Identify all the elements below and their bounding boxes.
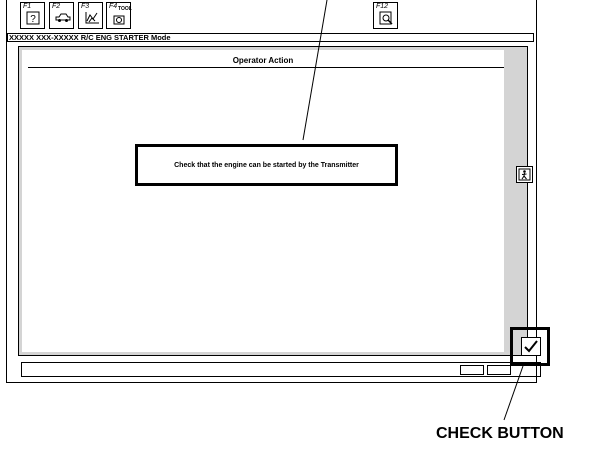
operator-action-panel: Operator Action Check that the engine ca… — [22, 50, 504, 352]
f12-preview-button[interactable]: F12 — [373, 2, 398, 29]
status-box-1 — [460, 365, 484, 375]
exit-button[interactable] — [516, 166, 533, 183]
title-divider — [28, 67, 504, 68]
f3-key-label: F3 — [81, 3, 90, 10]
check-button-callout: CHECK BUTTON — [436, 425, 564, 442]
vehicle-icon — [55, 13, 71, 22]
instruction-box: Check that the engine can be started by … — [135, 144, 398, 186]
svg-text:?: ? — [30, 14, 36, 25]
tool-icon — [113, 15, 125, 25]
f1-help-button[interactable]: F1 ? — [20, 2, 45, 29]
check-button[interactable] — [521, 337, 541, 356]
diagnostic-window: F1 ? F2 F3 F4 TOOL F12 XXXXX XXX-XXXXX R… — [6, 0, 550, 383]
main-area: Operator Action Check that the engine ca… — [18, 46, 533, 356]
mode-title-bar: XXXXX XXX-XXXXX R/C ENG STARTER Mode — [7, 33, 534, 42]
f4-key-label: F4 — [109, 3, 118, 10]
help-icon: ? — [26, 11, 40, 25]
status-box-2 — [487, 365, 511, 375]
status-bar — [21, 362, 541, 377]
panel-title: Operator Action — [232, 56, 294, 65]
exit-icon — [518, 168, 531, 181]
check-button-highlight — [510, 327, 550, 366]
f2-key-label: F2 — [52, 3, 61, 10]
checkmark-icon — [524, 340, 538, 353]
graph-icon — [85, 12, 99, 24]
f4-tool-tag: TOOL — [118, 6, 132, 12]
f2-vehicle-button[interactable]: F2 — [49, 2, 74, 29]
f12-key-label: F12 — [376, 3, 389, 10]
instruction-text: Check that the engine can be started by … — [174, 161, 359, 169]
print-preview-icon — [379, 11, 393, 25]
f3-graph-button[interactable]: F3 — [78, 2, 103, 29]
f1-key-label: F1 — [23, 3, 32, 10]
f4-tool-button[interactable]: F4 TOOL — [106, 2, 132, 29]
